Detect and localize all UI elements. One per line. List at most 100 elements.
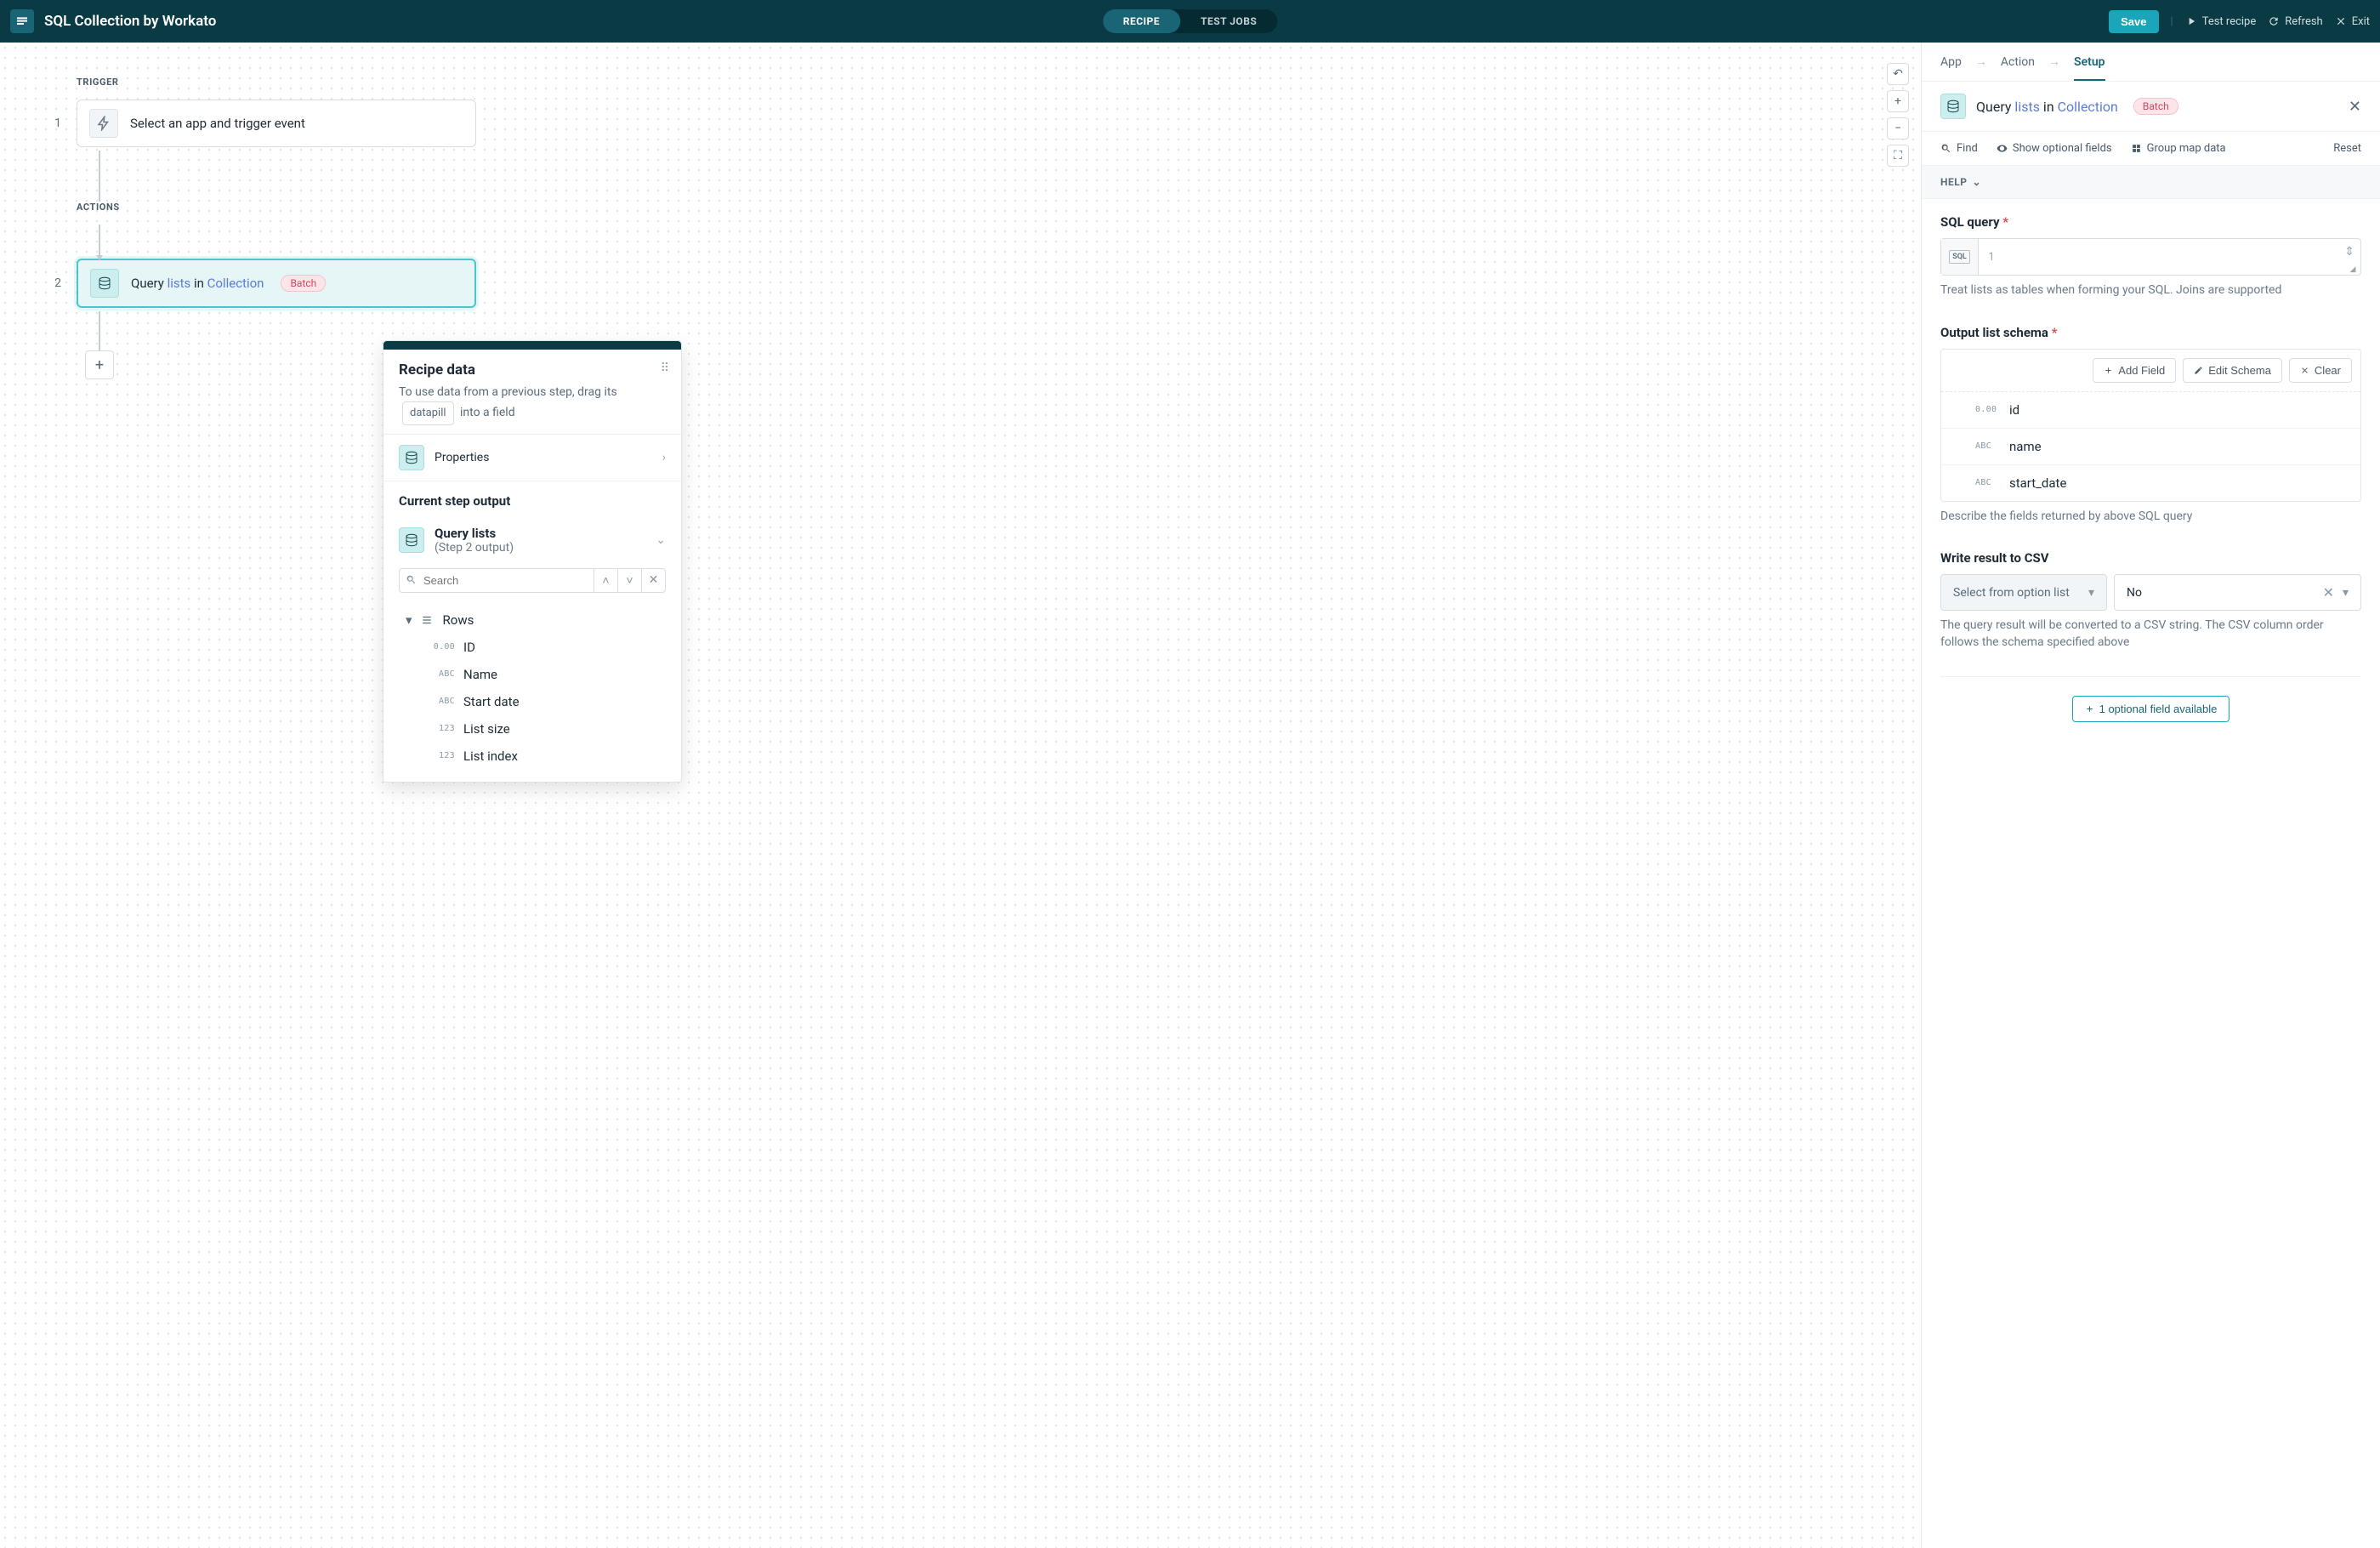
clear-schema-button[interactable]: Clear [2289, 358, 2352, 383]
csv-mode-select[interactable]: Select from option list ▾ [1940, 574, 2107, 611]
csv-row: Select from option list ▾ No ✕ ▾ [1940, 574, 2361, 611]
search-next-button[interactable]: ˅ [618, 568, 642, 593]
form-body: SQL query * SQL 1 ⇕◢ Treat lists as tabl… [1922, 199, 2380, 751]
optional-wrap: 1 optional field available [1940, 676, 2361, 736]
plus-icon [2085, 704, 2094, 714]
connector [99, 311, 100, 350]
divider: | [2171, 15, 2173, 28]
test-recipe-link[interactable]: Test recipe [2185, 15, 2257, 28]
reset-tool[interactable]: Reset [2333, 142, 2361, 155]
popover-desc: To use data from a previous step, drag i… [399, 384, 666, 425]
sql-help-text: Treat lists as tables when forming your … [1940, 282, 2361, 299]
tab-test-jobs[interactable]: TEST JOBS [1180, 9, 1277, 33]
sql-code-area[interactable] [2004, 239, 2338, 275]
popover-topbar [383, 341, 681, 350]
header-icon [1940, 94, 1966, 119]
find-tool[interactable]: Find [1940, 142, 1978, 155]
properties-icon [399, 445, 424, 470]
step-1-card[interactable]: Select an app and trigger event [77, 100, 476, 147]
query-lists-title: Query lists [435, 526, 514, 541]
datapill-chip: datapill [402, 401, 454, 425]
output-tree: ▾ Rows 0.00ID ABCName ABCStart date 123L… [383, 601, 681, 782]
topbar-left: SQL Collection by Workato [10, 9, 216, 33]
optional-fields-tool[interactable]: Show optional fields [1997, 142, 2112, 155]
test-recipe-label: Test recipe [2202, 15, 2257, 28]
step-1-num: 1 [51, 117, 61, 130]
main: ↶ + − ⛶ TRIGGER 1 Select an app and trig… [0, 43, 2380, 1548]
bc-app[interactable]: App [1940, 55, 1962, 69]
canvas[interactable]: ↶ + − ⛶ TRIGGER 1 Select an app and trig… [0, 43, 1921, 1548]
connector-arrow [99, 225, 100, 259]
optional-field-button[interactable]: 1 optional field available [2072, 696, 2230, 722]
undo-button[interactable]: ↶ [1887, 63, 1909, 85]
help-toggle[interactable]: HELP ⌄ [1922, 166, 2380, 199]
schema-help-text: Describe the fields returned by above SQ… [1940, 509, 2361, 526]
sql-badge: SQL [1941, 239, 1979, 275]
tab-recipe[interactable]: RECIPE [1103, 9, 1180, 33]
bc-setup[interactable]: Setup [2074, 55, 2105, 81]
tree-item[interactable]: 123List index [423, 743, 666, 770]
bc-action[interactable]: Action [2001, 55, 2035, 69]
refresh-link[interactable]: Refresh [2268, 15, 2322, 28]
tree-item[interactable]: 123List size [423, 715, 666, 743]
panel-header: Query lists in Collection Batch ✕ [1922, 82, 2380, 132]
list-icon [421, 614, 435, 626]
add-step-button[interactable]: + [85, 350, 114, 379]
search-clear-button[interactable]: ✕ [642, 568, 666, 593]
sql-query-label: SQL query * [1940, 214, 2361, 230]
popover-header: ⠿ Recipe data To use data from a previou… [383, 350, 681, 434]
schema-row[interactable]: ABCstart_date [1941, 465, 2360, 501]
sql-editor[interactable]: SQL 1 ⇕◢ [1940, 238, 2361, 276]
query-lists-row[interactable]: Query lists (Step 2 output) ⌄ [383, 517, 681, 563]
csv-value-select[interactable]: No ✕ ▾ [2114, 574, 2361, 611]
current-step-label: Current step output [383, 481, 681, 517]
save-button[interactable]: Save [2109, 10, 2158, 33]
schema-row[interactable]: ABCname [1941, 429, 2360, 465]
resize-handle-icon[interactable]: ⇕◢ [2338, 239, 2360, 275]
exit-label: Exit [2352, 15, 2370, 28]
connector [99, 151, 100, 202]
panel-toolbar: Find Show optional fields Group map data… [1922, 132, 2380, 166]
query-lists-sub: (Step 2 output) [435, 541, 514, 555]
properties-row[interactable]: Properties › [383, 434, 681, 481]
exit-link[interactable]: Exit [2335, 15, 2370, 28]
batch-badge: Batch [281, 275, 326, 292]
actions-section-label: ACTIONS [77, 202, 476, 213]
search-icon [406, 574, 417, 585]
collection-icon [90, 269, 119, 298]
tree-rows[interactable]: ▾ Rows [399, 606, 666, 634]
refresh-label: Refresh [2285, 15, 2322, 28]
schema-box: Add Field Edit Schema Clear 0.00id ABCna… [1940, 349, 2361, 502]
refresh-icon [2268, 15, 2280, 27]
add-field-button[interactable]: Add Field [2093, 358, 2176, 383]
search-prev-button[interactable]: ˄ [594, 568, 618, 593]
properties-label: Properties [435, 451, 489, 464]
batch-badge: Batch [2133, 98, 2178, 115]
schema-row[interactable]: 0.00id [1941, 392, 2360, 429]
close-panel-button[interactable]: ✕ [2349, 98, 2361, 116]
csv-value: No [2127, 586, 2142, 600]
chevron-down-icon: ⌄ [656, 533, 666, 547]
tree-item[interactable]: ABCStart date [423, 688, 666, 715]
canvas-controls: ↶ + − ⛶ [1887, 63, 1909, 167]
caret-down-icon: ▾ [2343, 586, 2349, 600]
search-row: ˄ ˅ ✕ [383, 563, 681, 601]
zoom-in-button[interactable]: + [1887, 90, 1909, 112]
caret-down-icon: ▾ [2088, 586, 2094, 600]
group-map-tool[interactable]: Group map data [2131, 142, 2226, 155]
step-2-card[interactable]: Query lists in Collection Batch [77, 259, 476, 308]
step-2-row: 2 Query lists in Collection Batch [51, 259, 476, 308]
tree-item[interactable]: ABCName [423, 661, 666, 688]
play-icon [2185, 15, 2197, 27]
fit-button[interactable]: ⛶ [1887, 145, 1909, 167]
drag-handle-icon[interactable]: ⠿ [661, 361, 669, 375]
edit-schema-button[interactable]: Edit Schema [2183, 358, 2282, 383]
step-2-text: Query lists in Collection [131, 276, 264, 291]
tree-item[interactable]: 0.00ID [423, 634, 666, 661]
search-input[interactable] [399, 568, 594, 593]
csv-help-text: The query result will be converted to a … [1940, 617, 2361, 651]
clear-icon[interactable]: ✕ [2323, 584, 2334, 600]
arrow-icon: → [2048, 54, 2060, 69]
zoom-out-button[interactable]: − [1887, 117, 1909, 139]
schema-label: Output list schema * [1940, 325, 2361, 340]
